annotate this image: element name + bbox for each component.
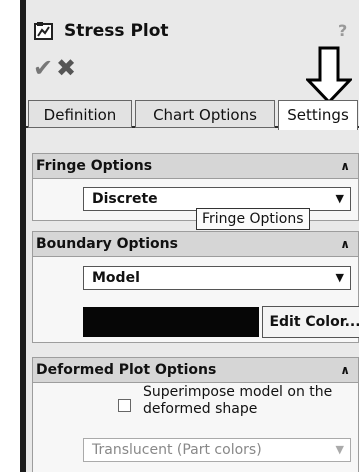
fringe-type-value: Discrete [92,191,158,207]
chevron-down-icon: ▼ [335,271,344,284]
cancel-x-icon[interactable]: ✖ [56,54,76,82]
property-manager: Stress Plot ? ✔ ✖ Definition Chart Optio… [26,0,359,472]
stress-plot-icon [34,22,53,40]
chevron-down-icon: ▼ [335,192,344,205]
fringe-options-header[interactable]: Fringe Options ∧ [33,154,358,179]
color-swatch [83,307,259,337]
chevron-down-icon: ▼ [335,443,344,456]
ok-check-icon[interactable]: ✔ [33,54,53,82]
tab-definition[interactable]: Definition [28,100,132,128]
deformed-plot-options-title: Deformed Plot Options [36,362,217,378]
down-arrow-annotation [306,46,352,104]
tab-settings[interactable]: Settings [278,100,358,130]
tab-chart-options[interactable]: Chart Options [135,100,275,128]
superimpose-checkbox[interactable] [118,399,131,412]
boundary-options-header[interactable]: Boundary Options ∧ [33,232,358,257]
fringe-options-tooltip: Fringe Options [196,208,310,230]
left-margin [0,0,20,472]
fringe-options-title: Fringe Options [36,158,153,174]
boundary-options-title: Boundary Options [36,236,178,252]
collapse-icon[interactable]: ∧ [340,154,350,178]
boundary-type-select[interactable]: Model ▼ [83,266,351,290]
panel-title: Stress Plot [64,21,169,41]
deformed-mode-value: Translucent (Part colors) [92,442,262,458]
collapse-icon[interactable]: ∧ [340,358,350,382]
boundary-type-value: Model [92,270,140,286]
superimpose-label: Superimpose model on the deformed shape [143,384,333,417]
help-icon[interactable]: ? [338,21,347,40]
edit-color-button[interactable]: Edit Color... [262,306,359,338]
deformed-mode-select[interactable]: Translucent (Part colors) ▼ [83,438,351,462]
deformed-plot-options-header[interactable]: Deformed Plot Options ∧ [33,358,358,383]
collapse-icon[interactable]: ∧ [340,232,350,256]
